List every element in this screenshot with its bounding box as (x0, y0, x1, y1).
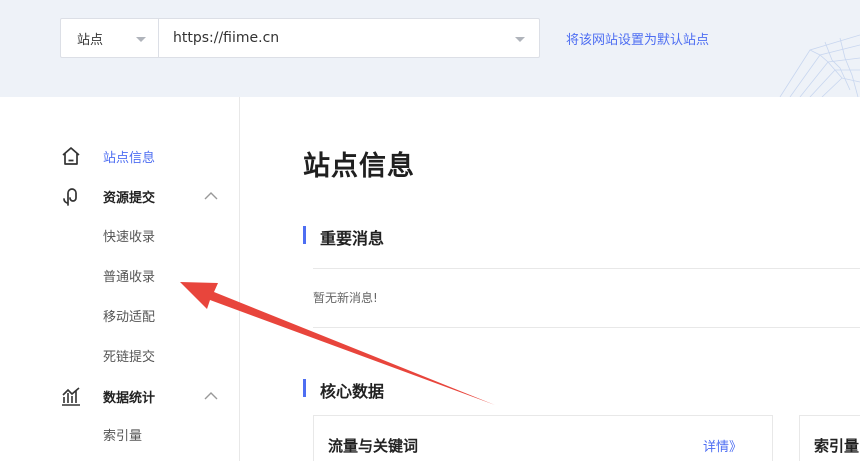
caret-down-icon (515, 37, 525, 42)
section-title: 核心数据 (320, 382, 385, 401)
sidebar-nav: 站点信息 资源提交 快速收录 普通收录 移动适配 死链提交 数据统计 索引量 (0, 97, 240, 461)
section-accent-bar (303, 226, 306, 244)
sidebar-group-data-stats[interactable]: 数据统计 (0, 384, 240, 408)
sidebar-item-quick-index[interactable]: 快速收录 (103, 226, 155, 245)
set-default-site-link[interactable]: 将该网站设置为默认站点 (566, 29, 709, 48)
sidebar-item-label: 数据统计 (103, 390, 156, 406)
site-header-banner: 站点 https://fiime.cn 将该网站设置为默认站点 (0, 0, 860, 97)
sidebar-item-mobile-adapt[interactable]: 移动适配 (103, 306, 155, 325)
sidebar-item-deadlink-submit[interactable]: 死链提交 (103, 346, 155, 365)
submit-icon (63, 188, 77, 206)
empty-message: 暂无新消息! (313, 291, 378, 305)
sidebar-item-label: 站点信息 (103, 150, 156, 166)
card-title: 索引量 (814, 437, 860, 455)
site-type-dropdown[interactable]: 站点 (61, 19, 159, 57)
sidebar-item-normal-index[interactable]: 普通收录 (103, 266, 155, 285)
site-url-value: https://fiime.cn (173, 30, 280, 46)
details-link[interactable]: 详情》 (703, 436, 742, 455)
divider (313, 327, 860, 328)
site-url-dropdown[interactable]: https://fiime.cn (159, 19, 539, 57)
chevron-up-icon[interactable] (204, 191, 218, 201)
section-accent-bar (303, 379, 306, 397)
section-title: 重要消息 (320, 229, 385, 248)
banner-decoration-graphic (779, 34, 860, 97)
sidebar-group-resource-submit[interactable]: 资源提交 (0, 184, 240, 208)
sidebar-item-site-info[interactable]: 站点信息 (0, 144, 240, 168)
site-type-value: 站点 (77, 32, 104, 48)
sidebar-item-label: 资源提交 (103, 190, 156, 206)
card-index-volume: 索引量 (799, 415, 860, 461)
page-title: 站点信息 (303, 151, 415, 182)
home-icon (62, 147, 80, 165)
caret-down-icon (136, 37, 146, 42)
sidebar-item-index-volume[interactable]: 索引量 (103, 425, 142, 444)
card-traffic-keywords: 流量与关键词 详情》 (313, 415, 773, 461)
card-title: 流量与关键词 (328, 437, 419, 455)
chart-icon (62, 387, 80, 406)
chevron-up-icon[interactable] (204, 391, 218, 401)
site-selector: 站点 https://fiime.cn (60, 18, 540, 58)
divider (313, 268, 860, 269)
